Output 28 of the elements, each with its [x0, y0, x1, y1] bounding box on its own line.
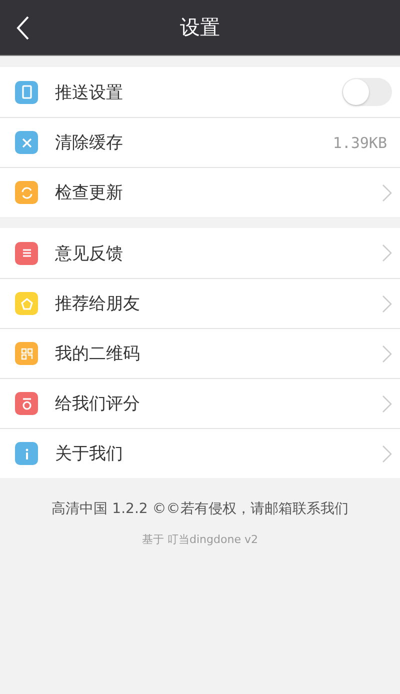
chevron-right-icon	[382, 394, 392, 412]
row-label: 关于我们	[55, 443, 124, 465]
row-label: 我的二维码	[55, 343, 141, 365]
toggle-switch[interactable]	[342, 78, 392, 106]
row-label: 推送设置	[55, 82, 124, 104]
settings-row[interactable]: 给我们评分	[0, 378, 400, 428]
window-title: 设置	[180, 14, 220, 41]
chevron-right-icon	[382, 344, 392, 362]
cache-size: 1.39KB	[332, 134, 387, 152]
row-label: 清除缓存	[55, 132, 124, 154]
row-label: 给我们评分	[55, 393, 141, 415]
settings-row[interactable]: 清除缓存 1.39KB	[0, 117, 400, 167]
back-icon[interactable]	[16, 16, 30, 40]
settings-row[interactable]: 检查更新	[0, 167, 400, 217]
row-label: 意见反馈	[55, 242, 124, 264]
credit-text: 基于 叮当dingdone v2	[142, 532, 258, 547]
chevron-right-icon	[382, 184, 392, 202]
row-label: 检查更新	[55, 182, 124, 204]
settings-row[interactable]: 推送设置	[0, 67, 400, 117]
version-text: 高清中国 1.2.2 ©©若有侵权，请邮箱联系我们	[52, 500, 348, 518]
settings-row[interactable]: 关于我们	[0, 428, 400, 478]
settings-row[interactable]: 意见反馈	[0, 228, 400, 278]
settings-row[interactable]: 推荐给朋友	[0, 278, 400, 328]
chevron-right-icon	[382, 444, 392, 462]
chevron-right-icon	[382, 244, 392, 262]
settings-row[interactable]: 我的二维码	[0, 328, 400, 378]
row-label: 推荐给朋友	[55, 293, 141, 315]
chevron-right-icon	[382, 294, 392, 312]
